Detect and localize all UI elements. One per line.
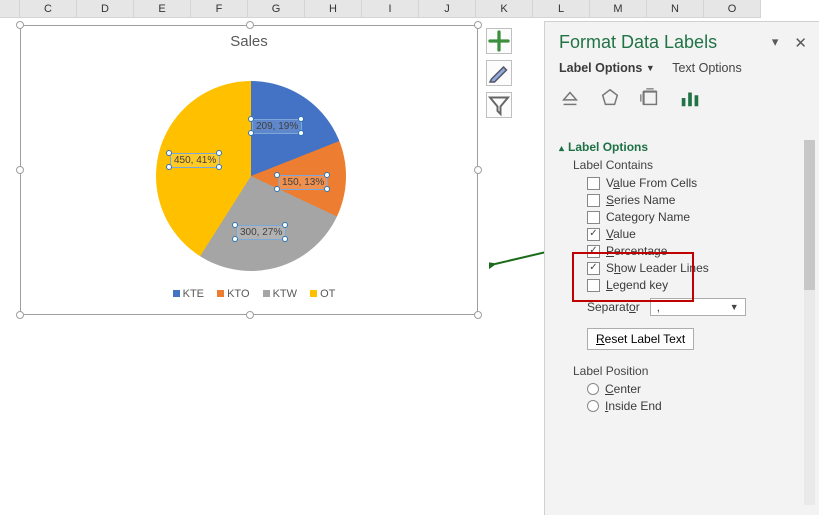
column-headers: C D E F G H I J K L M N O [0, 0, 819, 18]
chart-elements-button[interactable] [486, 28, 512, 54]
tab-label-options[interactable]: Label Options [559, 61, 642, 75]
data-label-ktw[interactable]: 300, 27% [236, 225, 286, 240]
pane-scrollbar[interactable] [804, 140, 815, 505]
pos-inside-end[interactable]: Inside End [587, 399, 815, 413]
annotation-highlight [572, 252, 694, 302]
funnel-icon [487, 93, 511, 117]
chart-object[interactable]: Sales 209, 19% 150, 13% 300, 27% 450, 41… [20, 25, 478, 315]
legend-label: KTO [227, 288, 249, 300]
tab-text-options[interactable]: Text Options [672, 61, 741, 75]
chevron-down-icon[interactable]: ▼ [646, 63, 655, 73]
separator-label: Separator [587, 300, 640, 314]
plus-icon [487, 29, 511, 53]
col-header[interactable]: I [362, 0, 419, 18]
opt-series-name[interactable]: Series Name [587, 193, 815, 207]
chart-filter-button[interactable] [486, 92, 512, 118]
fill-line-icon[interactable] [559, 87, 581, 109]
legend-label: KTW [273, 288, 297, 300]
col-header[interactable]: M [590, 0, 647, 18]
reset-label-text-button[interactable]: Reset Label Text [587, 328, 694, 350]
col-header[interactable]: G [248, 0, 305, 18]
chevron-down-icon: ▼ [730, 302, 739, 312]
col-header[interactable]: F [191, 0, 248, 18]
opt-value[interactable]: ✓Value [587, 227, 815, 241]
col-header[interactable]: L [533, 0, 590, 18]
brush-icon [487, 61, 511, 85]
col-header[interactable]: C [20, 0, 77, 18]
col-header[interactable]: H [305, 0, 362, 18]
data-label-ot[interactable]: 450, 41% [170, 153, 220, 168]
chart-mini-toolbar [486, 28, 512, 118]
col-header[interactable]: J [419, 0, 476, 18]
section-label-options[interactable]: Label Options [559, 140, 815, 154]
scrollbar-thumb[interactable] [804, 140, 815, 290]
row-header-gutter [0, 0, 20, 18]
pos-center[interactable]: Center [587, 382, 815, 396]
col-header[interactable]: N [647, 0, 704, 18]
data-label-kto[interactable]: 150, 13% [278, 175, 328, 190]
pane-menu-dropdown[interactable]: ▾ [772, 34, 779, 52]
data-label-kte[interactable]: 209, 19% [252, 119, 302, 134]
col-header[interactable]: D [77, 0, 134, 18]
col-header[interactable]: K [476, 0, 533, 18]
legend-label: KTE [183, 288, 204, 300]
label-position-heading: Label Position [573, 364, 815, 378]
col-header[interactable]: O [704, 0, 761, 18]
label-contains-heading: Label Contains [573, 158, 815, 172]
col-header[interactable]: E [134, 0, 191, 18]
close-icon[interactable]: ✕ [794, 34, 807, 52]
chart-legend[interactable]: KTE KTO KTW OT [21, 288, 477, 300]
pane-title: Format Data Labels [559, 32, 717, 53]
chart-title[interactable]: Sales [21, 33, 477, 50]
opt-value-from-cells[interactable]: Value From Cells [587, 176, 815, 190]
opt-category-name[interactable]: Category Name [587, 210, 815, 224]
pie-plot-area[interactable]: 209, 19% 150, 13% 300, 27% 450, 41% [156, 81, 346, 271]
effects-icon[interactable] [599, 87, 621, 109]
chart-styles-button[interactable] [486, 60, 512, 86]
size-properties-icon[interactable] [639, 87, 661, 109]
label-options-icon[interactable] [679, 87, 701, 109]
legend-label: OT [320, 288, 335, 300]
